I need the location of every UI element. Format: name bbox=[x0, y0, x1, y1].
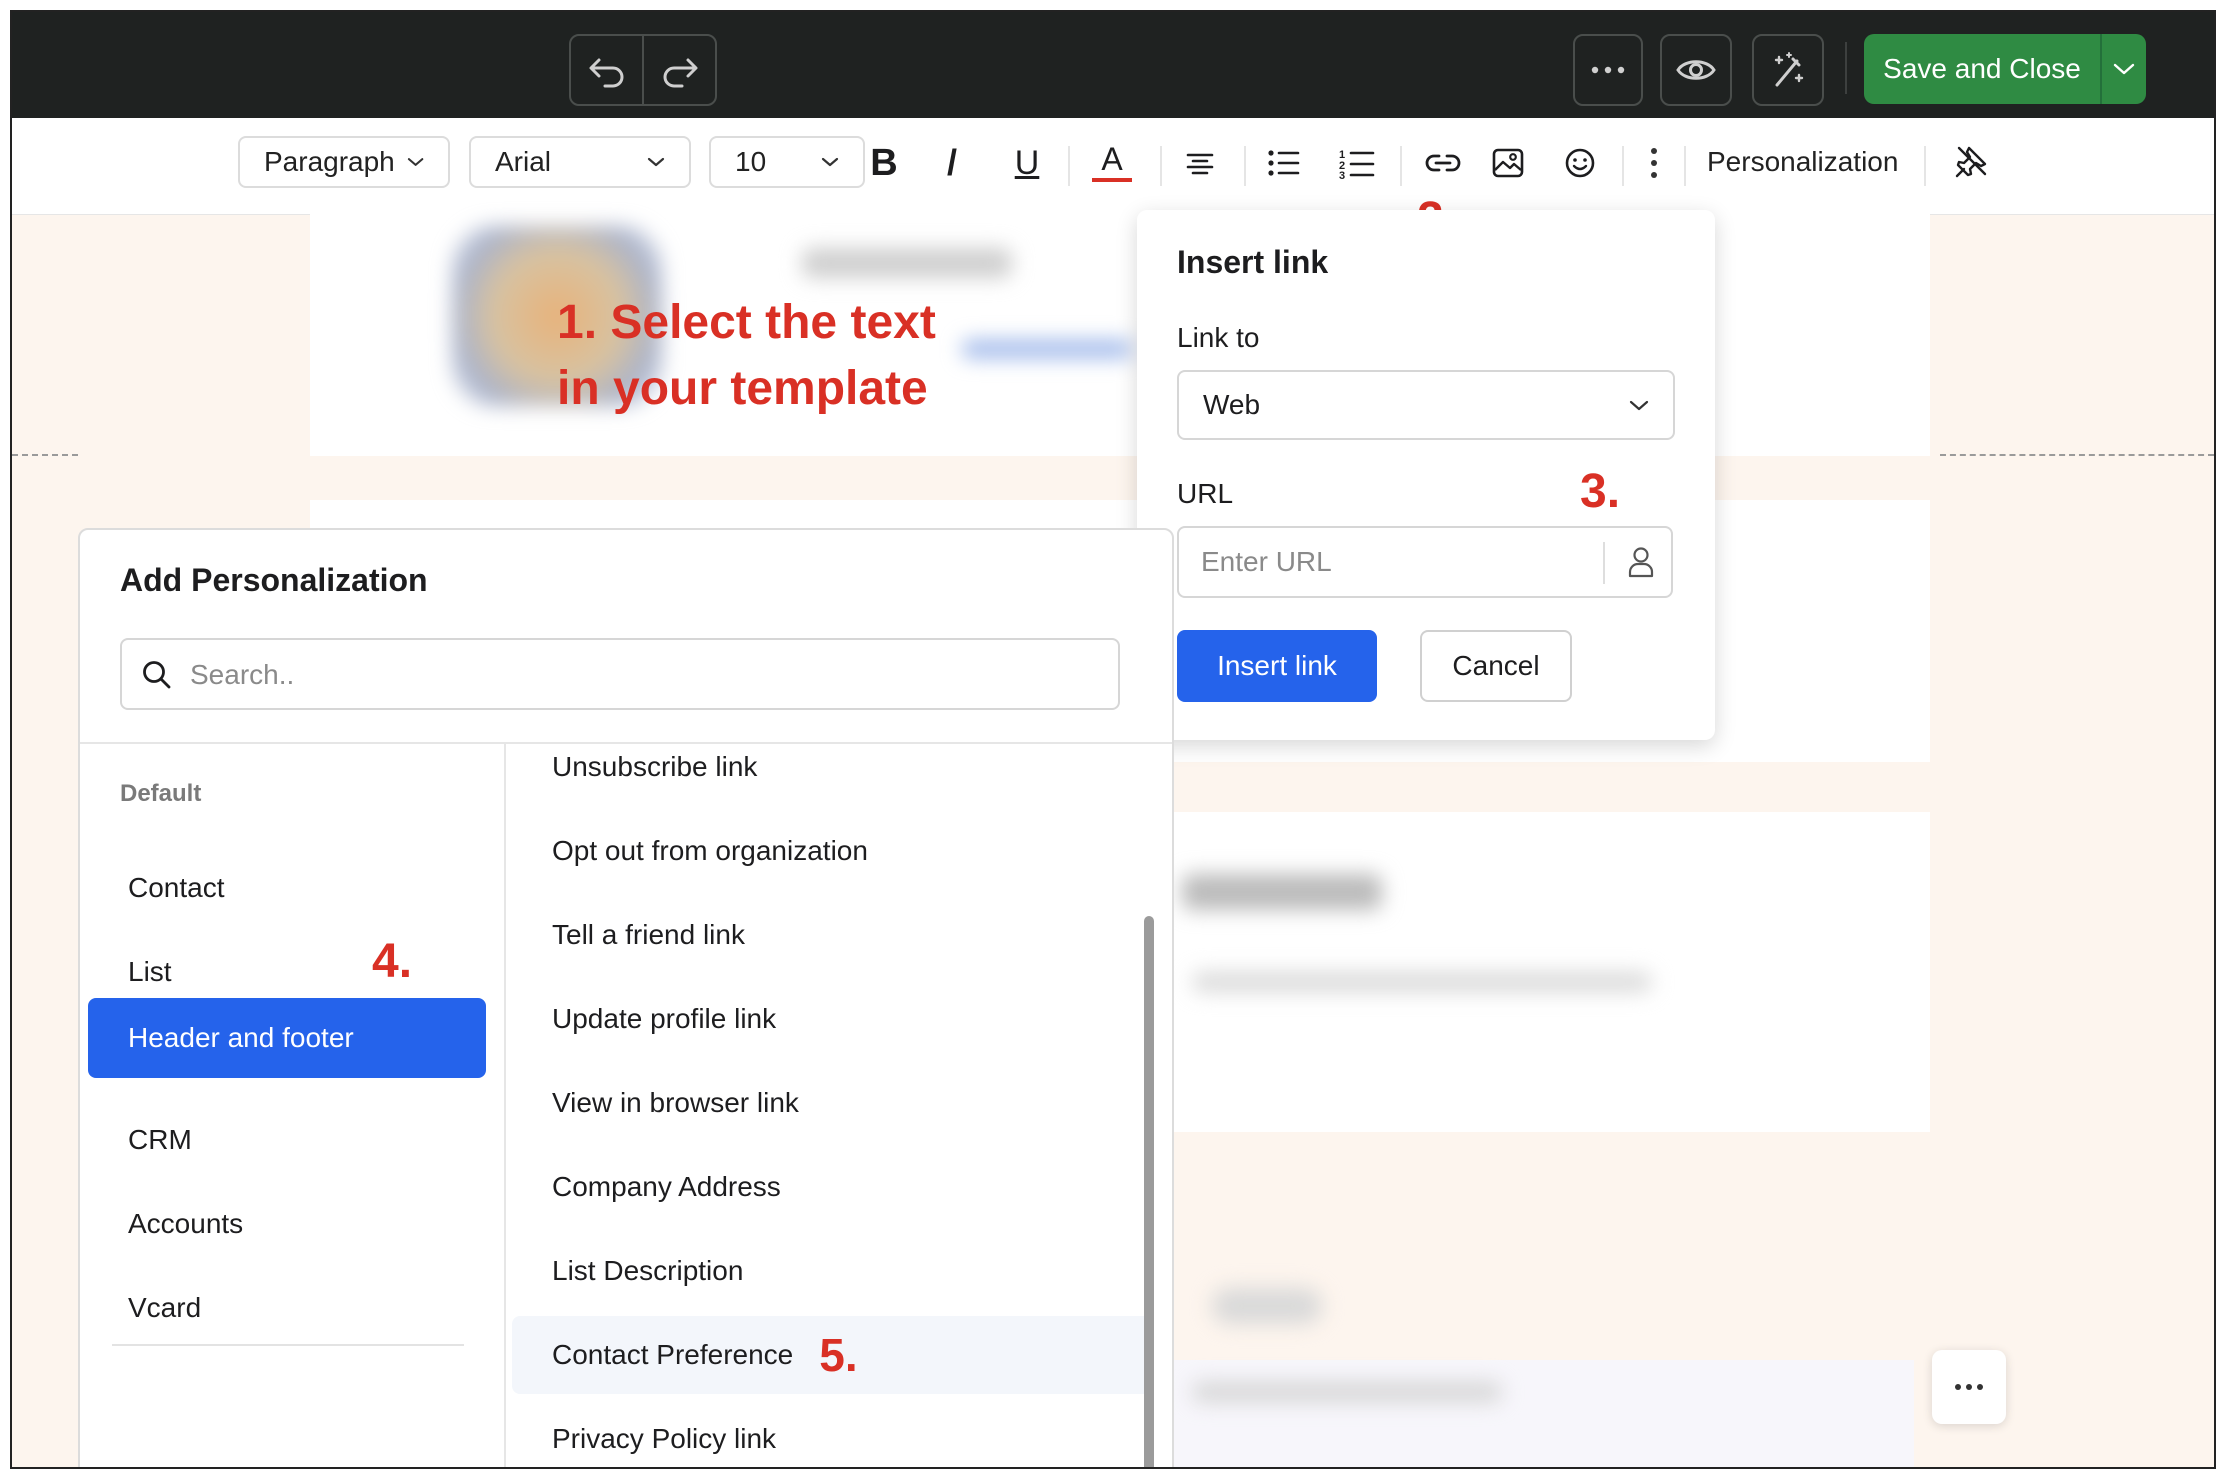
category-crm[interactable]: CRM bbox=[88, 1100, 486, 1180]
panel-title: Add Personalization bbox=[120, 562, 428, 598]
item-contact-preference-label: Contact Preference bbox=[552, 1339, 794, 1370]
item-contact-preference[interactable]: Contact Preference 5. bbox=[512, 1316, 1152, 1394]
template-text-blur bbox=[1192, 972, 1652, 992]
item-list-description[interactable]: List Description bbox=[512, 1232, 1152, 1310]
italic-button[interactable]: / bbox=[932, 140, 972, 186]
link-icon bbox=[1425, 154, 1461, 172]
more-vertical-icon bbox=[1651, 148, 1657, 178]
bullet-list-button[interactable] bbox=[1264, 140, 1304, 186]
chevron-down-icon bbox=[407, 158, 424, 166]
person-icon bbox=[1628, 547, 1654, 578]
redo-button[interactable] bbox=[644, 36, 715, 104]
emoji-button[interactable] bbox=[1560, 140, 1600, 186]
block-type-value: Paragraph bbox=[264, 146, 395, 177]
font-size-value: 10 bbox=[735, 146, 767, 177]
undo-icon bbox=[589, 58, 623, 88]
top-bar: Save and Close bbox=[12, 12, 2214, 118]
font-family-dropdown[interactable]: Arial bbox=[469, 136, 691, 188]
bold-button[interactable]: B bbox=[864, 140, 904, 186]
numbered-list-icon: 123 bbox=[1339, 149, 1375, 179]
more-horizontal-icon bbox=[1955, 1384, 1983, 1390]
category-heading: Default bbox=[120, 780, 202, 807]
item-update-profile[interactable]: Update profile link bbox=[512, 980, 1152, 1058]
personalization-button[interactable]: Personalization bbox=[1707, 146, 1898, 178]
item-unsubscribe-link[interactable]: Unsubscribe link bbox=[512, 728, 1152, 806]
instruction-step-1: 1. Select the text in your template bbox=[557, 290, 936, 422]
pin-toolbar-button[interactable] bbox=[1952, 138, 1992, 184]
magic-button[interactable] bbox=[1752, 34, 1824, 106]
font-family-value: Arial bbox=[495, 146, 552, 177]
category-vcard[interactable]: Vcard bbox=[88, 1268, 486, 1348]
search-icon bbox=[143, 661, 171, 689]
image-icon bbox=[1492, 148, 1524, 178]
font-size-dropdown[interactable]: 10 bbox=[709, 136, 865, 188]
save-options-dropdown[interactable] bbox=[2102, 34, 2146, 104]
url-input[interactable] bbox=[1181, 530, 1631, 594]
save-and-close-button[interactable]: Save and Close bbox=[1864, 34, 2146, 104]
item-view-in-browser[interactable]: View in browser link bbox=[512, 1064, 1152, 1142]
underline-button[interactable]: U bbox=[1007, 140, 1047, 186]
format-toolbar: Paragraph Arial 10 B / U A 123 Personali… bbox=[12, 118, 2214, 215]
align-center-icon bbox=[1186, 153, 1214, 175]
magic-wand-icon bbox=[1774, 52, 1804, 87]
item-opt-out[interactable]: Opt out from organization bbox=[512, 812, 1152, 890]
template-footer-blur bbox=[1192, 1382, 1502, 1402]
step-4-label: 4. bbox=[372, 935, 413, 988]
step-3-label: 3. bbox=[1580, 465, 1621, 518]
template-link-blur bbox=[962, 340, 1132, 358]
insert-link-button[interactable]: Insert link bbox=[1177, 630, 1377, 702]
svg-text:3: 3 bbox=[1339, 170, 1345, 179]
app-window: Save and Close Paragraph Arial 10 B / U … bbox=[10, 10, 2216, 1469]
text-color-button[interactable]: A bbox=[1092, 140, 1132, 182]
search-field bbox=[120, 638, 1120, 710]
insert-link-popup: Insert link Link to Web URL 3. Insert li… bbox=[1137, 210, 1715, 740]
eye-icon bbox=[1676, 60, 1716, 80]
link-to-value: Web bbox=[1203, 389, 1261, 420]
template-heading-blur bbox=[802, 248, 1012, 278]
instruction-line-1: 1. Select the text bbox=[557, 296, 936, 349]
category-accounts[interactable]: Accounts bbox=[88, 1184, 486, 1264]
more-format-button[interactable] bbox=[1642, 140, 1666, 186]
block-type-dropdown[interactable]: Paragraph bbox=[238, 136, 450, 188]
align-button[interactable] bbox=[1180, 140, 1220, 186]
item-tell-a-friend[interactable]: Tell a friend link bbox=[512, 896, 1152, 974]
link-to-select[interactable]: Web bbox=[1177, 370, 1675, 440]
more-options-button[interactable] bbox=[1573, 34, 1643, 106]
chevron-down-icon bbox=[2113, 63, 2135, 75]
item-company-address[interactable]: Company Address bbox=[512, 1148, 1152, 1226]
save-label: Save and Close bbox=[1883, 53, 2081, 84]
insert-link-title: Insert link bbox=[1177, 244, 1329, 280]
undo-button[interactable] bbox=[571, 36, 642, 104]
template-title-blur bbox=[1182, 874, 1382, 910]
items-scrollbar[interactable] bbox=[1144, 916, 1154, 1467]
item-privacy-policy[interactable]: Privacy Policy link bbox=[512, 1400, 1152, 1467]
category-contact[interactable]: Contact bbox=[88, 848, 486, 928]
personalize-url-button[interactable] bbox=[1611, 528, 1671, 596]
unpin-icon bbox=[1955, 146, 1987, 178]
add-personalization-panel: Add Personalization Default Contact List… bbox=[78, 528, 1174, 1467]
link-to-label: Link to bbox=[1177, 322, 1260, 353]
template-footer-block bbox=[1174, 1360, 1914, 1467]
insert-image-button[interactable] bbox=[1488, 140, 1528, 186]
bullet-list-icon bbox=[1268, 150, 1300, 176]
undo-redo-group bbox=[569, 34, 717, 106]
insert-link-button[interactable] bbox=[1422, 140, 1464, 186]
search-input[interactable] bbox=[188, 642, 1092, 708]
redo-icon bbox=[663, 58, 697, 88]
chevron-down-icon bbox=[647, 157, 665, 167]
more-horizontal-icon bbox=[1591, 66, 1625, 74]
cancel-button[interactable]: Cancel bbox=[1420, 630, 1572, 702]
emoji-icon bbox=[1565, 148, 1595, 178]
numbered-list-button[interactable]: 123 bbox=[1336, 140, 1378, 186]
step-5-label: 5. bbox=[819, 1329, 858, 1381]
category-header-and-footer[interactable]: Header and footer bbox=[88, 998, 486, 1078]
instruction-line-2: in your template bbox=[557, 362, 928, 415]
block-options-button[interactable] bbox=[1932, 1350, 2006, 1424]
chevron-down-icon bbox=[821, 157, 839, 167]
url-label: URL bbox=[1177, 478, 1234, 509]
chevron-down-icon bbox=[1629, 400, 1649, 411]
url-field bbox=[1177, 526, 1673, 598]
template-icon-blur bbox=[1212, 1288, 1322, 1324]
preview-button[interactable] bbox=[1660, 34, 1732, 106]
